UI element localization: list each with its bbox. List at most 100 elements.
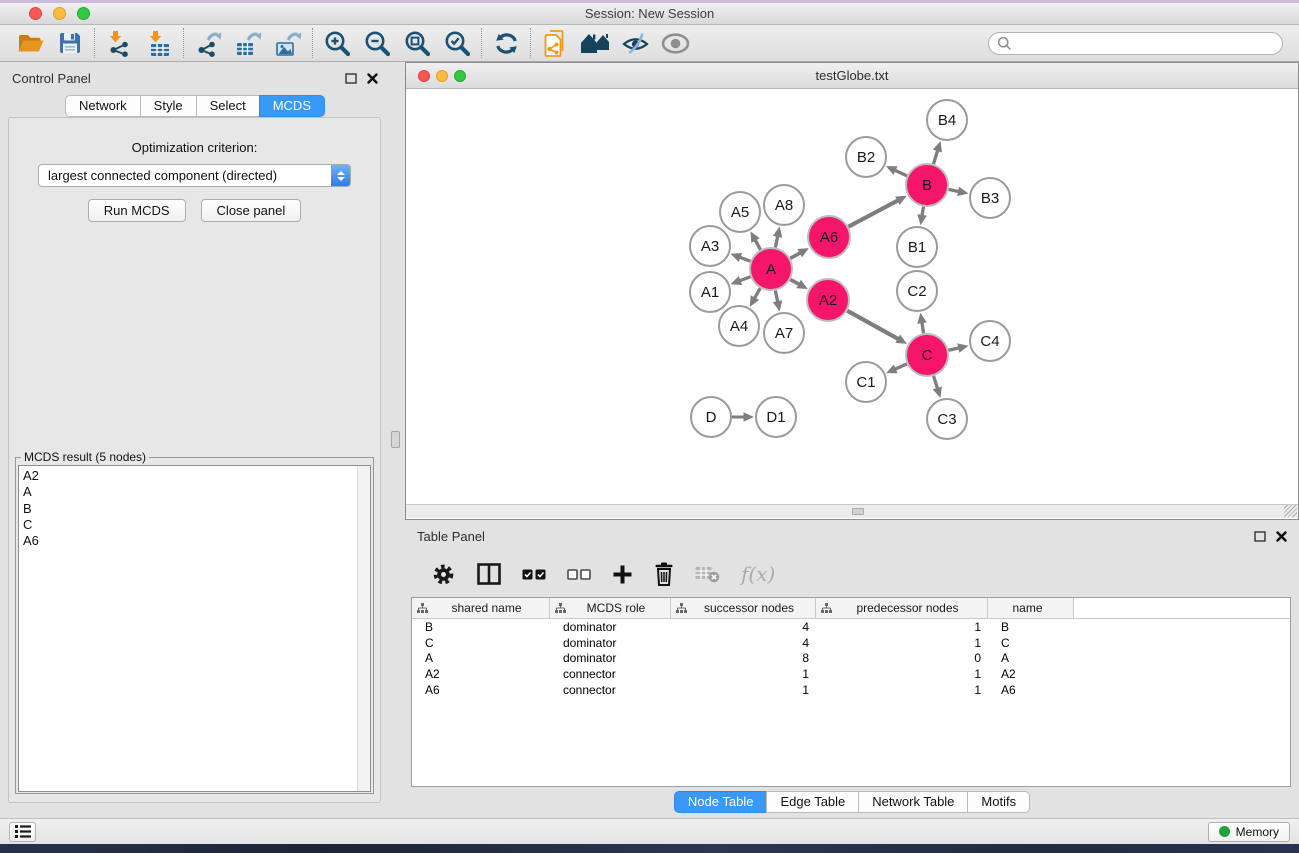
show-all-button[interactable]	[655, 27, 695, 59]
edge-B-B3[interactable]	[949, 187, 969, 196]
node-C2[interactable]: C2	[897, 271, 937, 311]
import-network-button[interactable]	[99, 27, 139, 59]
edge-A-A7[interactable]	[773, 291, 782, 312]
edge-A6-B[interactable]	[848, 196, 906, 227]
tab-motifs[interactable]: Motifs	[967, 791, 1030, 813]
minimize-window-button[interactable]	[53, 7, 66, 20]
home-button[interactable]	[575, 27, 615, 59]
node-A4[interactable]: A4	[719, 306, 759, 346]
node-B3[interactable]: B3	[970, 178, 1010, 218]
column-header-shared-name[interactable]: shared name	[412, 598, 550, 618]
edge-A-A8[interactable]	[773, 227, 782, 248]
edge-A-A5[interactable]	[751, 231, 761, 249]
float-panel-icon[interactable]	[1254, 531, 1266, 542]
node-A[interactable]: A	[750, 248, 792, 290]
edge-C-C3[interactable]	[933, 376, 942, 398]
edge-A-A4[interactable]	[750, 288, 760, 307]
table-row-C[interactable]: Cdominator41C	[412, 635, 1290, 651]
edge-A-A3[interactable]	[731, 253, 751, 262]
scrollbar-track[interactable]	[357, 466, 370, 791]
tab-node-table[interactable]: Node Table	[674, 791, 768, 813]
node-A8[interactable]: A8	[764, 185, 804, 225]
node-B2[interactable]: B2	[846, 137, 886, 177]
refresh-button[interactable]	[486, 27, 526, 59]
network-graph[interactable]: AA1A2A3A4A5A6A7A8BB1B2B3B4CC1C2C3C4DD1	[406, 89, 1298, 504]
node-A3[interactable]: A3	[690, 226, 730, 266]
table-row-B[interactable]: Bdominator41B	[412, 619, 1290, 635]
node-C1[interactable]: C1	[846, 362, 886, 402]
edge-B-B1[interactable]	[917, 207, 926, 226]
column-header-successor-nodes[interactable]: successor nodes	[671, 598, 816, 618]
node-B1[interactable]: B1	[897, 227, 937, 267]
column-header-predecessor-nodes[interactable]: predecessor nodes	[816, 598, 988, 618]
tab-network-table[interactable]: Network Table	[858, 791, 968, 813]
edge-C-C4[interactable]	[948, 343, 968, 352]
import-table-button[interactable]	[139, 27, 179, 59]
search-input[interactable]	[1012, 36, 1274, 50]
zoom-in-button[interactable]	[317, 27, 357, 59]
edge-C-C2[interactable]	[917, 313, 926, 334]
network-close-button[interactable]	[418, 70, 430, 82]
node-C4[interactable]: C4	[970, 321, 1010, 361]
node-A6[interactable]: A6	[808, 216, 850, 258]
open-session-button[interactable]	[10, 27, 50, 59]
save-session-button[interactable]	[50, 27, 90, 59]
table-row-A[interactable]: Adominator80A	[412, 651, 1290, 667]
select-all-button[interactable]	[522, 569, 546, 580]
tab-network[interactable]: Network	[65, 95, 141, 117]
delete-column-button[interactable]	[654, 562, 674, 586]
node-B4[interactable]: B4	[927, 100, 967, 140]
network-canvas[interactable]: AA1A2A3A4A5A6A7A8BB1B2B3B4CC1C2C3C4DD1	[406, 89, 1298, 504]
edge-B-B2[interactable]	[886, 166, 907, 176]
export-table-button[interactable]	[228, 27, 268, 59]
column-header-name[interactable]: name	[988, 598, 1074, 618]
mcds-result-list[interactable]: A2ABCA6	[18, 465, 371, 792]
deselect-all-button[interactable]	[567, 569, 591, 580]
close-window-button[interactable]	[29, 7, 42, 20]
node-A5[interactable]: A5	[720, 192, 760, 232]
tab-mcds[interactable]: MCDS	[259, 95, 325, 117]
resize-grip-icon[interactable]	[1284, 505, 1297, 517]
column-header-MCDS-role[interactable]: MCDS role	[550, 598, 671, 618]
dropdown-stepper-icon[interactable]	[331, 165, 350, 186]
network-zoom-button[interactable]	[454, 70, 466, 82]
edge-C-C1[interactable]	[886, 364, 907, 373]
edge-A2-C[interactable]	[847, 311, 907, 344]
node-D1[interactable]: D1	[756, 397, 796, 437]
node-A1[interactable]: A1	[690, 272, 730, 312]
run-mcds-button[interactable]: Run MCDS	[88, 199, 186, 222]
close-panel-icon[interactable]	[367, 73, 378, 84]
node-D[interactable]: D	[691, 397, 731, 437]
close-panel-button[interactable]: Close panel	[201, 199, 302, 222]
task-history-button[interactable]	[9, 822, 36, 842]
float-panel-icon[interactable]	[345, 73, 357, 84]
hide-selected-button[interactable]	[615, 27, 655, 59]
split-view-button[interactable]	[477, 563, 501, 585]
table-settings-button[interactable]	[431, 562, 456, 587]
export-image-button[interactable]	[268, 27, 308, 59]
table-row-A2[interactable]: A2connector11A2	[412, 666, 1290, 682]
close-panel-icon[interactable]	[1276, 531, 1287, 542]
add-column-button[interactable]	[612, 564, 633, 585]
memory-button[interactable]: Memory	[1208, 822, 1290, 842]
zoom-fit-button[interactable]	[397, 27, 437, 59]
edge-D-D1[interactable]	[732, 412, 754, 422]
new-network-from-selection-button[interactable]	[535, 27, 575, 59]
node-A2[interactable]: A2	[807, 279, 849, 321]
node-C3[interactable]: C3	[927, 399, 967, 439]
edge-A-A1[interactable]	[731, 276, 751, 285]
search-field[interactable]	[988, 32, 1283, 55]
criterion-dropdown[interactable]: largest connected component (directed)	[38, 164, 351, 187]
zoom-window-button[interactable]	[77, 7, 90, 20]
table-row-A6[interactable]: A6connector11A6	[412, 682, 1290, 698]
edge-B-B4[interactable]	[933, 141, 942, 164]
edge-A-A6[interactable]	[790, 248, 809, 258]
tab-edge-table[interactable]: Edge Table	[766, 791, 859, 813]
edge-A-A2[interactable]	[790, 280, 807, 290]
export-network-button[interactable]	[188, 27, 228, 59]
tab-style[interactable]: Style	[140, 95, 197, 117]
zoom-out-button[interactable]	[357, 27, 397, 59]
node-C[interactable]: C	[906, 334, 948, 376]
network-window-titlebar[interactable]: testGlobe.txt	[406, 63, 1298, 89]
horizontal-scroll-handle[interactable]	[852, 508, 864, 515]
